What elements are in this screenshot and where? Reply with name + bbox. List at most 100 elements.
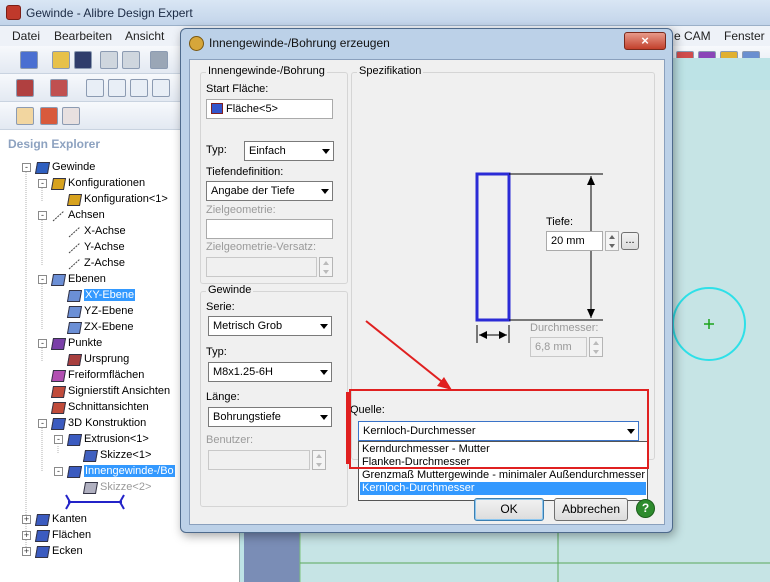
expand-icon[interactable]: + bbox=[22, 515, 31, 524]
help-icon[interactable]: ? bbox=[636, 499, 655, 518]
tree-item-label: Ebenen bbox=[68, 273, 106, 285]
tree-item-label: ZX-Ebene bbox=[84, 321, 134, 333]
menu-fenster[interactable]: Fenster bbox=[724, 29, 765, 43]
chevron-down-icon bbox=[627, 429, 635, 434]
tree-item-label: Punkte bbox=[68, 337, 103, 349]
depth-label: Tiefe: bbox=[546, 216, 574, 228]
feature-icon[interactable] bbox=[86, 79, 104, 97]
depth-def-value: Angabe der Tiefe bbox=[211, 185, 295, 197]
typ-combo[interactable]: Einfach bbox=[244, 141, 334, 161]
tree-item-label: XY-Ebene bbox=[84, 289, 136, 301]
tree-item-label: Schnittansichten bbox=[68, 401, 149, 413]
hole-outline bbox=[475, 172, 511, 322]
new-icon[interactable] bbox=[20, 51, 38, 69]
tree-item-label: Ursprung bbox=[84, 353, 130, 365]
target-offset-label: Zielgeometrie-Versatz: bbox=[206, 241, 317, 253]
feature3-icon[interactable] bbox=[130, 79, 148, 97]
length-value: Bohrungstiefe bbox=[213, 411, 281, 423]
thread-type-value: M8x1.25-6H bbox=[213, 366, 273, 378]
tree-node-icon bbox=[34, 530, 51, 542]
skip-forward-icon[interactable] bbox=[40, 107, 58, 125]
depth-def-combo[interactable]: Angabe der Tiefe bbox=[206, 181, 333, 201]
source-option-selected[interactable]: Kernloch-Durchmesser bbox=[360, 482, 646, 495]
source-option[interactable]: Kerndurchmesser - Mutter bbox=[360, 443, 646, 456]
report-icon[interactable] bbox=[16, 107, 34, 125]
tree-node-icon bbox=[68, 258, 81, 270]
tree-node-icon bbox=[82, 450, 99, 462]
feature4-icon[interactable] bbox=[152, 79, 170, 97]
tree-node-icon bbox=[66, 466, 83, 478]
tree-item-label: Konfigurationen bbox=[68, 177, 146, 189]
tree-item-label: Flächen bbox=[52, 529, 92, 541]
thread-type-combo[interactable]: M8x1.25-6H bbox=[208, 362, 332, 382]
cancel-button[interactable]: Abbrechen bbox=[554, 498, 628, 521]
start-face-value: Fläche<5> bbox=[226, 103, 278, 115]
tree-node-icon bbox=[50, 274, 67, 286]
start-face-field[interactable]: Fläche<5> bbox=[206, 99, 333, 119]
tree-node-icon bbox=[34, 162, 51, 174]
extrude-icon[interactable] bbox=[16, 79, 34, 97]
source-option[interactable]: Flanken-Durchmesser bbox=[360, 456, 646, 469]
close-button[interactable]: × bbox=[624, 32, 666, 50]
source-dropdown-list: Kerndurchmesser - Mutter Flanken-Durchme… bbox=[358, 441, 648, 501]
target-offset-field bbox=[206, 257, 317, 277]
depth-field[interactable]: 20 mm bbox=[546, 231, 603, 251]
dialog-body: Innengewinde-/Bohrung Start Fläche: Fläc… bbox=[189, 59, 665, 525]
collapse-icon[interactable]: - bbox=[38, 275, 47, 284]
tree-item-label: Skizze<1> bbox=[100, 449, 152, 461]
depth-spinner[interactable] bbox=[605, 231, 619, 251]
print-icon[interactable] bbox=[150, 51, 168, 69]
ok-button[interactable]: OK bbox=[474, 498, 544, 521]
source-combo[interactable]: Kernloch-Durchmesser bbox=[358, 421, 639, 441]
depth-browse-button[interactable]: ... bbox=[621, 232, 639, 250]
thread-hole-dialog: Innengewinde-/Bohrung erzeugen × Innenge… bbox=[180, 28, 673, 533]
collapse-icon[interactable]: - bbox=[22, 163, 31, 172]
menu-datei[interactable]: Datei bbox=[12, 29, 40, 43]
serie-value: Metrisch Grob bbox=[213, 320, 283, 332]
menu-cam[interactable]: e CAM bbox=[674, 29, 711, 43]
user-label: Benutzer: bbox=[206, 434, 254, 446]
tree-node-icon bbox=[66, 354, 83, 366]
collapse-icon[interactable]: - bbox=[54, 435, 63, 444]
source-label: Quelle: bbox=[350, 404, 385, 416]
target-geo-field[interactable] bbox=[206, 219, 333, 239]
laenge-label: Länge: bbox=[206, 391, 240, 403]
collapse-icon[interactable]: - bbox=[38, 179, 47, 188]
expand-icon[interactable]: + bbox=[22, 547, 31, 556]
feature2-icon[interactable] bbox=[108, 79, 126, 97]
source-value: Kernloch-Durchmesser bbox=[363, 425, 476, 437]
tree-item-label: Freiformflächen bbox=[68, 369, 145, 381]
tree-node-icon bbox=[66, 194, 83, 206]
length-combo[interactable]: Bohrungstiefe bbox=[208, 407, 332, 427]
collapse-icon[interactable]: - bbox=[38, 339, 47, 348]
chevron-down-icon bbox=[320, 415, 328, 420]
target-geo-label: Zielgeometrie: bbox=[206, 204, 276, 216]
tree-node-icon bbox=[66, 434, 83, 446]
collapse-icon[interactable]: - bbox=[38, 419, 47, 428]
user-length-field bbox=[208, 450, 310, 470]
expand-icon[interactable]: + bbox=[22, 531, 31, 540]
tree-node-icon bbox=[34, 546, 51, 558]
paste-icon[interactable] bbox=[122, 51, 140, 69]
tree-item-ecken[interactable]: + Ecken bbox=[0, 544, 240, 560]
tree-item-label: Signierstift Ansichten bbox=[68, 385, 171, 397]
menu-bearbeiten[interactable]: Bearbeiten bbox=[54, 29, 112, 43]
typ2-label: Typ: bbox=[206, 346, 227, 358]
dialog-title: Innengewinde-/Bohrung erzeugen bbox=[209, 36, 390, 50]
rollback-icon[interactable] bbox=[62, 107, 80, 125]
collapse-icon[interactable]: - bbox=[38, 211, 47, 220]
serie-combo[interactable]: Metrisch Grob bbox=[208, 316, 332, 336]
save-icon[interactable] bbox=[74, 51, 92, 69]
tree-node-icon bbox=[50, 386, 67, 398]
tree-node-icon bbox=[66, 322, 83, 334]
open-icon[interactable] bbox=[52, 51, 70, 69]
source-option[interactable]: Grenzmaß Muttergewinde - minimaler Außen… bbox=[360, 469, 646, 482]
cut-icon[interactable] bbox=[50, 79, 68, 97]
tree-node-icon bbox=[68, 242, 81, 254]
copy-icon[interactable] bbox=[100, 51, 118, 69]
menu-ansicht[interactable]: Ansicht bbox=[125, 29, 164, 43]
tree-item-label: 3D Konstruktion bbox=[68, 417, 147, 429]
user-length-spinner bbox=[312, 450, 326, 470]
tree-item-label: Kanten bbox=[52, 513, 87, 525]
collapse-icon[interactable]: - bbox=[54, 467, 63, 476]
